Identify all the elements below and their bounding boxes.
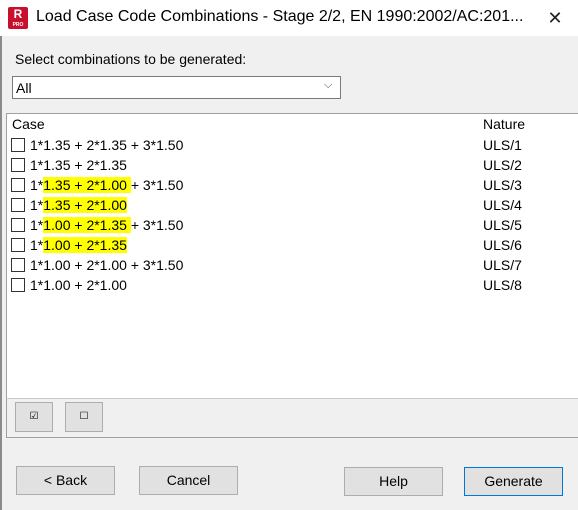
combinations-list: Case Nature 1*1.35 + 2*1.35 + 3*1.50 ULS…: [6, 113, 578, 398]
generate-button[interactable]: Generate: [464, 467, 563, 496]
table-row[interactable]: 1*1.35 + 2*1.00 + 3*1.50 ULS/3: [11, 176, 577, 196]
help-button[interactable]: Help: [344, 467, 443, 496]
table-row[interactable]: 1*1.00 + 2*1.35 ULS/6: [11, 236, 577, 256]
nature-value: ULS/7: [483, 257, 522, 273]
select-all-icon: ☑: [29, 411, 39, 422]
deselect-all-button[interactable]: ☐: [65, 402, 103, 432]
back-button[interactable]: < Back: [16, 466, 115, 495]
case-text-highlight: 1.00 + 2*1.35: [43, 217, 131, 233]
select-all-button[interactable]: ☑: [15, 402, 53, 432]
case-text-pre: 1*: [30, 217, 44, 233]
select-combinations-label: Select combinations to be generated:: [15, 51, 247, 67]
table-row[interactable]: 1*1.35 + 2*1.35 ULS/2: [11, 156, 577, 176]
case-formula: 1*1.00 + 2*1.00: [30, 277, 127, 293]
case-formula: 1*1.00 + 2*1.35: [30, 237, 127, 253]
case-text-highlight: 1.35 + 2*1.00: [43, 197, 127, 213]
table-row[interactable]: 1*1.00 + 2*1.00 + 3*1.50 ULS/7: [11, 256, 577, 276]
app-icon-letter: R: [13, 7, 23, 21]
nature-value: ULS/2: [483, 157, 522, 173]
table-row[interactable]: 1*1.35 + 2*1.35 + 3*1.50 ULS/1: [11, 136, 577, 156]
case-formula: 1*1.35 + 2*1.00: [30, 197, 127, 213]
row-checkbox[interactable]: [11, 238, 25, 252]
row-checkbox[interactable]: [11, 178, 25, 192]
row-checkbox[interactable]: [11, 278, 25, 292]
window-border: [0, 36, 2, 510]
column-header-nature: Nature: [483, 116, 526, 132]
table-row[interactable]: 1*1.00 + 2*1.35 + 3*1.50 ULS/5: [11, 216, 577, 236]
close-icon[interactable]: ✕: [540, 5, 570, 31]
row-checkbox[interactable]: [11, 158, 25, 172]
nature-value: ULS/8: [483, 277, 522, 293]
robot-app-icon: R PRO: [8, 7, 28, 29]
deselect-all-icon: ☐: [79, 411, 89, 422]
case-formula: 1*1.00 + 2*1.35 + 3*1.50: [30, 217, 183, 233]
nature-value: ULS/1: [483, 137, 522, 153]
chevron-down-icon[interactable]: ⌵: [324, 79, 332, 92]
case-formula: 1*1.35 + 2*1.35: [30, 157, 127, 173]
case-text-pre: 1*: [30, 177, 44, 193]
cancel-button[interactable]: Cancel: [139, 466, 238, 495]
window-title: Load Case Code Combinations - Stage 2/2,…: [36, 8, 524, 25]
case-text-highlight: 1.35 + 2*1.00: [43, 177, 131, 193]
nature-value: ULS/6: [483, 237, 522, 253]
row-checkbox[interactable]: [11, 258, 25, 272]
case-text-post: + 3*1.50: [130, 217, 184, 233]
case-text-pre: 1*1.35 + 2*1.35 + 3*1.50: [30, 137, 184, 153]
nature-value: ULS/4: [483, 197, 522, 213]
case-text-pre: 1*: [30, 197, 44, 213]
row-checkbox[interactable]: [11, 198, 25, 212]
table-row[interactable]: 1*1.00 + 2*1.00 ULS/8: [11, 276, 577, 296]
case-text-pre: 1*1.00 + 2*1.00 + 3*1.50: [30, 257, 184, 273]
case-text-highlight: 1.00 + 2*1.35: [43, 237, 127, 253]
app-icon-sub: PRO: [12, 22, 24, 28]
column-header-case: Case: [12, 116, 45, 132]
combinations-filter-dropdown[interactable]: All ⌵: [12, 76, 341, 99]
table-row[interactable]: 1*1.35 + 2*1.00 ULS/4: [11, 196, 577, 216]
case-formula: 1*1.35 + 2*1.00 + 3*1.50: [30, 177, 183, 193]
case-text-post: + 3*1.50: [130, 177, 184, 193]
row-checkbox[interactable]: [11, 218, 25, 232]
case-formula: 1*1.35 + 2*1.35 + 3*1.50: [30, 137, 183, 153]
case-text-pre: 1*1.00 + 2*1.00: [30, 277, 127, 293]
selection-toolbar: ☑ ☐: [6, 398, 578, 438]
dropdown-selected-value: All: [16, 80, 32, 96]
row-checkbox[interactable]: [11, 138, 25, 152]
nature-value: ULS/5: [483, 217, 522, 233]
nature-value: ULS/3: [483, 177, 522, 193]
case-text-pre: 1*: [30, 237, 44, 253]
case-text-pre: 1*1.35 + 2*1.35: [30, 157, 127, 173]
case-formula: 1*1.00 + 2*1.00 + 3*1.50: [30, 257, 183, 273]
title-bar: R PRO Load Case Code Combinations - Stag…: [0, 0, 578, 36]
